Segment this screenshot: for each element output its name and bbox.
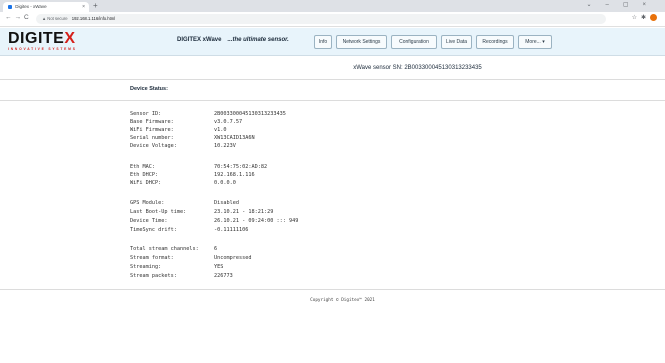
status-key: Serial number: [130,135,174,141]
maximize-icon[interactable]: ▢ [623,2,643,8]
nav-recordings-button[interactable]: Recordings [476,35,514,49]
app-header: DIGITEX INNOVATIVE SYSTEMS DIGITEX xWave… [0,28,665,56]
status-key: TimeSync drift: [130,227,177,233]
status-value: v3.0.7.57 [214,119,243,125]
status-key: Sensor ID: [130,111,162,117]
status-value: XW13CAID13A6N [214,135,255,141]
address-bar[interactable]: ▲ Not secure 192.168.1.116/info.html [36,14,606,24]
nav-live-data-button[interactable]: Live Data [441,35,472,49]
forward-icon[interactable]: → [15,14,25,21]
status-key: Streaming: [130,264,162,270]
header-tagline: DIGITEX xWave ...the ultimate sensor. [177,37,289,43]
sensor-title: xWave sensor SN: 2B003300045130313233435 [353,65,482,71]
address-bar-row: ←→C ▲ Not secure 192.168.1.116/info.html… [0,12,665,27]
window-controls: ⌄–▢× [586,1,660,8]
status-key: Device Time: [130,218,168,224]
status-key: Last Boot-Up time: [130,209,187,215]
divider [0,289,665,290]
divider [0,100,665,101]
back-icon[interactable]: ← [5,14,15,21]
nav-network-settings-button[interactable]: Network Settings [336,35,387,49]
status-value: Disabled [214,200,239,206]
browser-nav: ←→C [5,14,32,21]
digitex-logo: DIGITEX [8,30,76,47]
status-key: Device Voltage: [130,143,177,149]
browser-tab-strip: Digitex - xWave × + ⌄–▢× [0,0,665,12]
status-key: Eth MAC: [130,164,155,170]
nav-more-dropdown[interactable]: More... ▾ [518,35,552,49]
favicon-icon [8,4,12,9]
status-value: 6 [214,246,218,252]
divider [0,79,665,80]
status-value: v1.0 [214,127,227,133]
close-window-icon[interactable]: × [642,2,660,8]
status-key: Stream format: [130,255,174,261]
nav-configuration-button[interactable]: Configuration [391,35,437,49]
status-value: 23.10.21 - 18:21:29 [214,209,274,215]
tab-title: Digitex - xWave [15,4,47,9]
status-value: 70:54:75:02:AD:82 [214,164,268,170]
nav-info-button[interactable]: Info [314,35,332,49]
url-text: 192.168.1.116/info.html [71,16,116,21]
status-key: Total stream channels: [130,246,199,252]
footer-copyright: Copyright © Digitex™ 2021 [310,298,375,303]
status-value: -0.11111106 [214,227,249,233]
status-value: 0.0.0.0 [214,180,236,186]
status-value: 26.10.21 - 09:24:00 ::: 949 [214,218,299,224]
status-key: Eth DHCP: [130,172,159,178]
status-key: GPS Module: [130,200,165,206]
profile-avatar-icon[interactable] [650,14,657,21]
tab-search-icon[interactable]: ⌄ [586,2,605,8]
status-value: YES [214,264,224,270]
status-value: 10.223V [214,143,236,149]
logo-subtitle: INNOVATIVE SYSTEMS [8,47,77,51]
address-bar-icons: ☆✱ [632,14,657,21]
not-secure-label[interactable]: ▲ Not secure [42,16,68,21]
reload-icon[interactable]: C [24,14,32,21]
status-key: WiFi Firmware: [130,127,174,133]
status-key: Base Firmware: [130,119,174,125]
status-key: WiFi DHCP: [130,180,162,186]
browser-tab[interactable]: Digitex - xWave × [3,2,89,12]
status-value: 226773 [214,273,233,279]
slogan: ...the ultimate sensor. [227,37,289,43]
bookmark-star-icon[interactable]: ☆ [632,15,641,21]
minimize-icon[interactable]: – [605,2,622,8]
new-tab-icon[interactable]: + [93,1,98,10]
device-status-heading: Device Status: [130,86,168,92]
status-value: 2B003300045130313233435 [214,111,286,117]
status-key: Stream packets: [130,273,177,279]
extensions-icon[interactable]: ✱ [641,15,650,21]
status-value: Uncompressed [214,255,252,261]
product-name: DIGITEX xWave [177,37,222,43]
status-value: 192.168.1.116 [214,172,255,178]
tab-close-icon[interactable]: × [82,2,85,12]
